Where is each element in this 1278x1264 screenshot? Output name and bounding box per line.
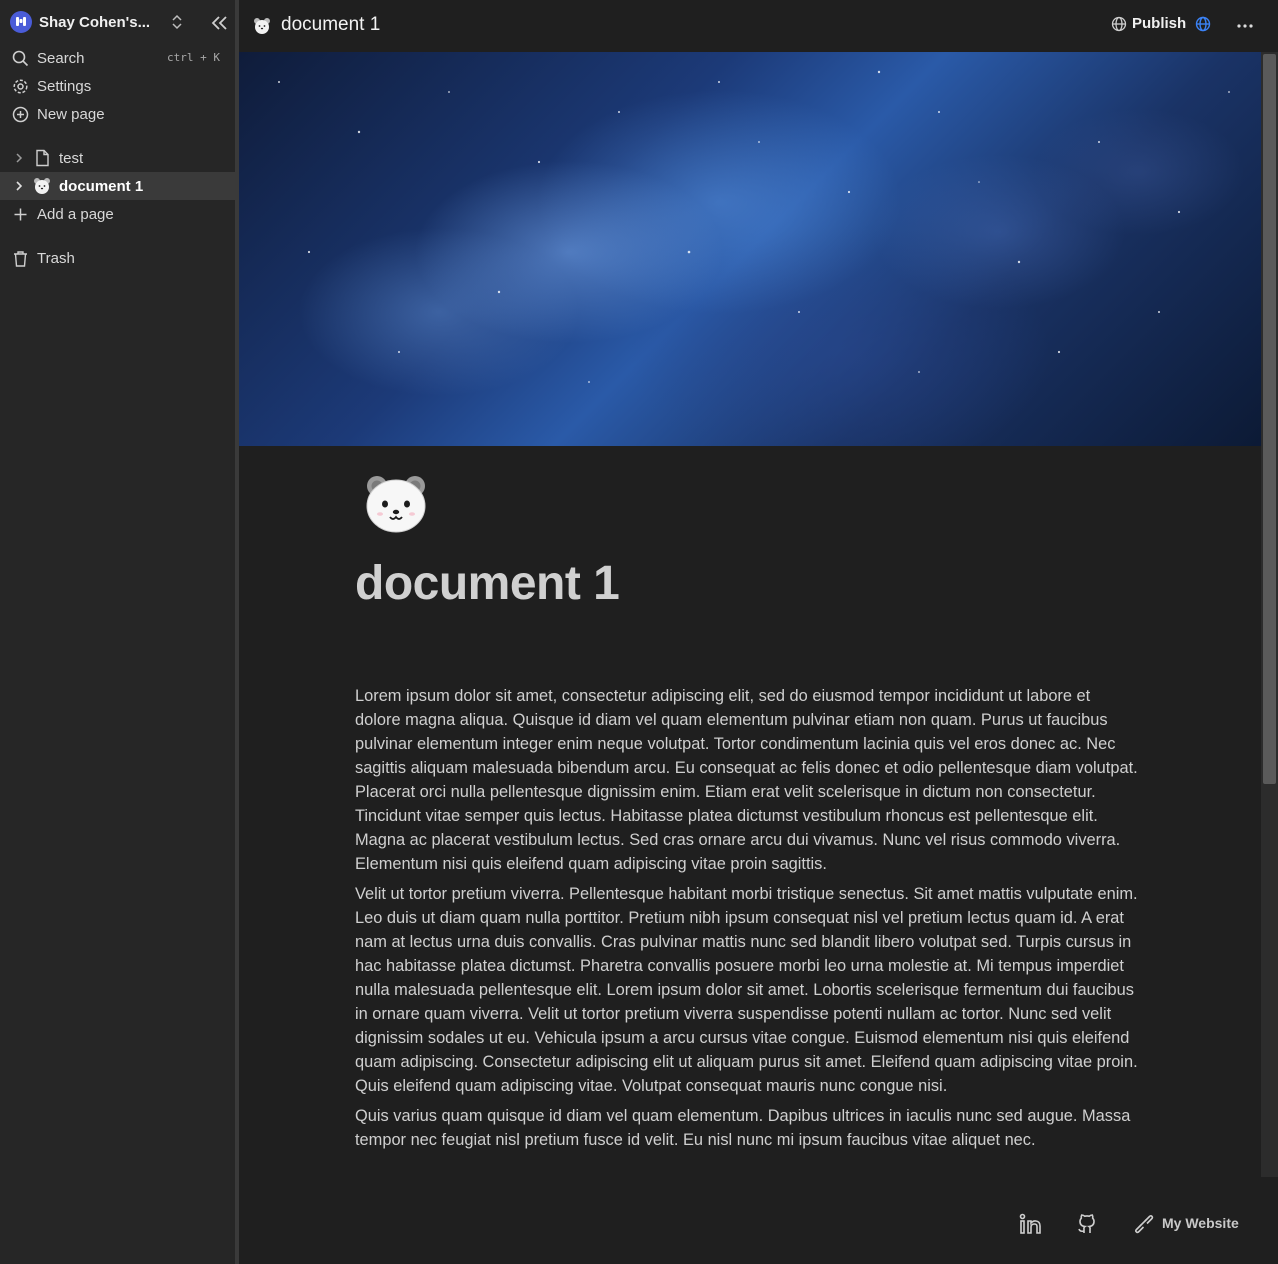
search-button[interactable]: Search ctrl + K	[0, 44, 235, 72]
paragraph[interactable]: Velit ut tortor pretium viverra. Pellent…	[355, 882, 1140, 1098]
published-globe-icon	[1195, 16, 1211, 31]
trash-icon	[12, 250, 29, 267]
plus-circle-icon	[12, 106, 29, 123]
workspace-switcher[interactable]: Shay Cohen's...	[0, 0, 235, 44]
search-shortcut: ctrl + K	[167, 51, 220, 64]
workspace-name: Shay Cohen's...	[39, 13, 151, 31]
add-page-label: Add a page	[37, 205, 114, 223]
top-bar: document 1 Publish	[239, 0, 1278, 52]
page-title[interactable]: document 1	[355, 556, 620, 611]
cover-image[interactable]	[239, 52, 1261, 446]
my-website-label: My Website	[1162, 1215, 1239, 1231]
page-content[interactable]: Lorem ipsum dolor sit amet, consectetur …	[355, 684, 1140, 1158]
breadcrumb-title[interactable]: document 1	[281, 14, 380, 36]
linkedin-icon[interactable]	[1019, 1212, 1043, 1236]
globe-icon	[1111, 16, 1127, 31]
file-icon	[33, 149, 51, 167]
add-page-button[interactable]: Add a page	[0, 200, 235, 228]
page-bear-emoji-icon[interactable]	[363, 472, 429, 534]
publish-label: Publish	[1132, 15, 1187, 32]
sidebar-item-test[interactable]: test	[0, 144, 235, 172]
trash-label: Trash	[37, 249, 75, 267]
collapse-sidebar-icon[interactable]	[209, 14, 229, 32]
sidebar: Shay Cohen's... Search ctrl + K Settings…	[0, 0, 235, 1264]
plus-icon	[12, 206, 29, 223]
link-icon	[1134, 1214, 1154, 1234]
github-icon[interactable]	[1075, 1212, 1099, 1236]
sidebar-item-document-1[interactable]: document 1	[0, 172, 235, 200]
chevron-up-down-icon[interactable]	[170, 13, 184, 31]
search-icon	[12, 50, 29, 67]
publish-button[interactable]: Publish	[1111, 15, 1211, 32]
new-page-label: New page	[37, 105, 105, 123]
sidebar-item-label: test	[59, 149, 84, 167]
more-options-icon[interactable]	[1235, 18, 1255, 34]
search-label: Search	[37, 49, 85, 67]
trash-button[interactable]: Trash	[0, 244, 235, 272]
bear-emoji-icon	[254, 18, 270, 34]
scrollbar-thumb[interactable]	[1263, 54, 1276, 784]
bear-emoji-icon	[33, 177, 51, 195]
gear-icon	[12, 78, 29, 95]
settings-button[interactable]: Settings	[0, 72, 235, 100]
sidebar-item-label: document 1	[59, 177, 144, 195]
paragraph[interactable]: Lorem ipsum dolor sit amet, consectetur …	[355, 684, 1140, 876]
paragraph[interactable]: Quis varius quam quisque id diam vel qua…	[355, 1104, 1140, 1152]
cover-stars	[278, 70, 1230, 383]
settings-label: Settings	[37, 77, 92, 95]
chevron-right-icon[interactable]	[13, 152, 25, 164]
new-page-button[interactable]: New page	[0, 100, 235, 128]
chevron-right-icon[interactable]	[13, 180, 25, 192]
workspace-logo-icon	[10, 11, 32, 33]
my-website-link[interactable]: My Website	[1132, 1212, 1239, 1234]
